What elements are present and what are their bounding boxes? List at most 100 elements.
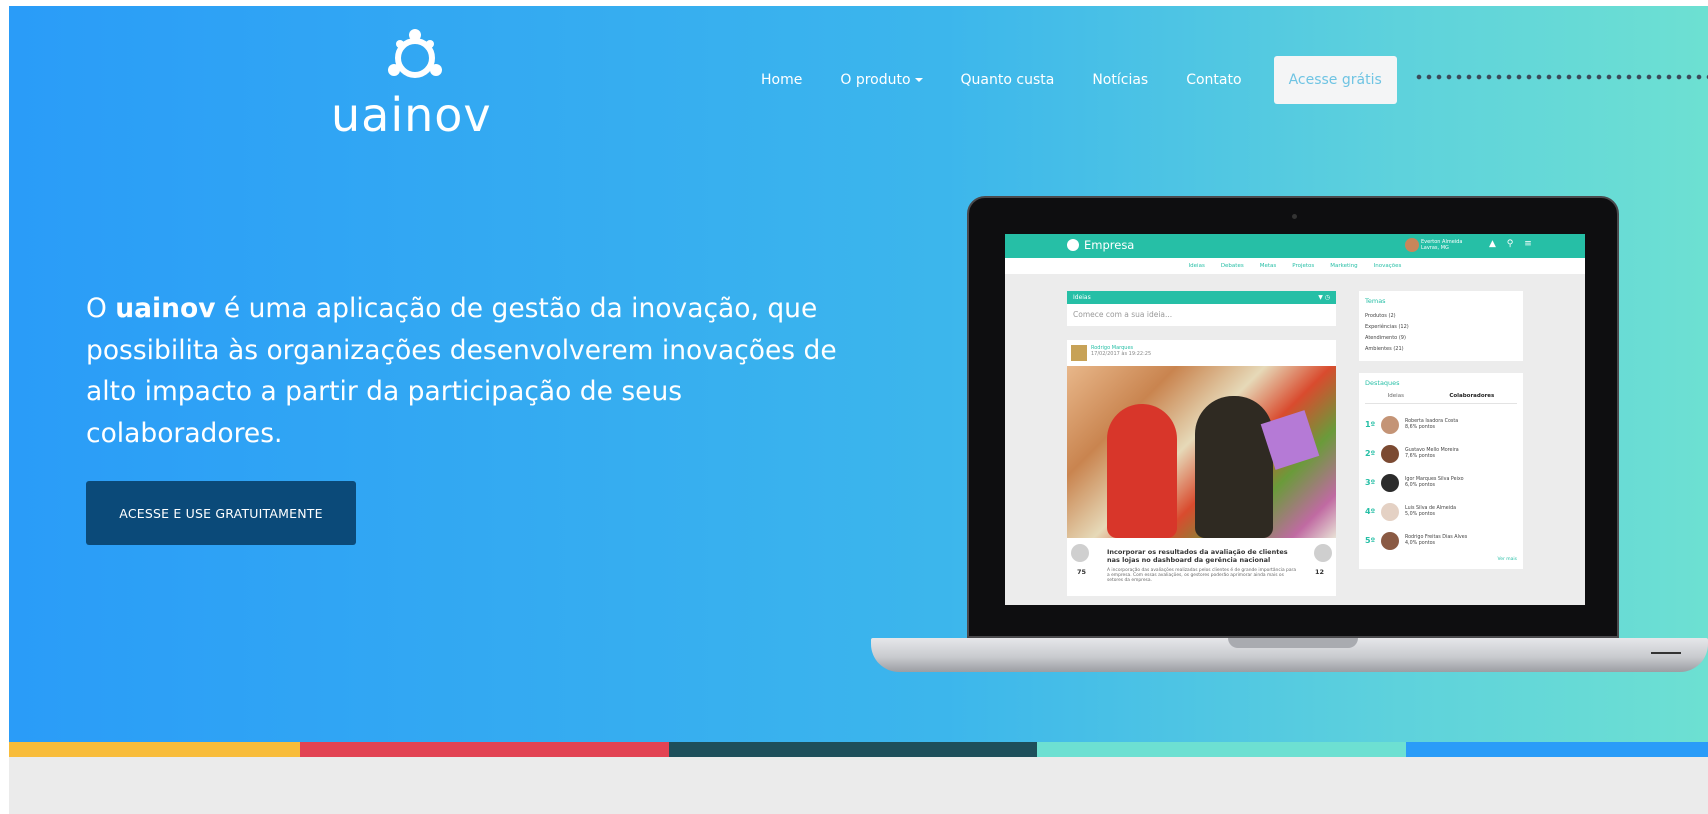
app-sidebar: Temas Produtos (2) Experiências (12) Ate… (1359, 291, 1523, 569)
rank-points: 4,0% pontos (1405, 540, 1436, 546)
avatar (1381, 444, 1399, 463)
cta-primary-button[interactable]: ACESSE E USE GRATUITAMENTE (86, 481, 356, 545)
destaques-title: Destaques (1365, 379, 1400, 387)
tema-item: Produtos (2) (1365, 313, 1396, 319)
tema-item: Atendimento (9) (1365, 335, 1406, 341)
app-tab: Marketing (1330, 263, 1358, 269)
nav-home[interactable]: Home (761, 72, 802, 88)
post-date: 17/02/2017 às 19:22:25 (1091, 351, 1152, 357)
headline-prefix: O (86, 293, 116, 324)
app-tab: Inovações (1373, 263, 1402, 269)
nav-quanto-custa[interactable]: Quanto custa (961, 72, 1055, 88)
laptop-base (871, 638, 1708, 672)
rank-position: 1º (1365, 420, 1376, 429)
temas-card: Temas Produtos (2) Experiências (12) Ate… (1359, 291, 1523, 361)
ideas-header: Ideias ▼ ◷ (1067, 291, 1336, 304)
stripe-blue (1406, 742, 1708, 757)
rank-name: Rodrigo Freitas Dias Alves (1405, 534, 1468, 540)
headline-brand: uainov (115, 293, 216, 324)
app-brand-label: Empresa (1084, 238, 1135, 252)
avatar (1405, 238, 1419, 252)
app-tab: Ideias (1188, 263, 1205, 269)
nav-noticias[interactable]: Notícias (1092, 72, 1148, 88)
rank-info: Luis Silva de Almeida 5,0% pontos (1405, 506, 1456, 518)
rank-points: 5,0% pontos (1405, 511, 1436, 517)
app-tab: Debates (1220, 263, 1244, 269)
hero-headline: O uainov é uma aplicação de gestão da in… (86, 288, 846, 454)
rank-position: 3º (1365, 478, 1376, 487)
nav-acesse-gratis-button[interactable]: Acesse grátis (1273, 56, 1397, 104)
main-nav: Home O produto Quanto custa Notícias Con… (761, 56, 1397, 104)
nav-home-label: Home (761, 72, 803, 88)
rank-name: Gustavo Mello Moreira (1405, 447, 1459, 453)
dislikes-count: 12 (1314, 568, 1324, 576)
app-brand: Empresa (1067, 238, 1134, 252)
destaques-tabs: Ideias Colaboradores (1365, 393, 1517, 404)
rank-info: Igor Marques Silva Peixo 6,0% pontos (1405, 477, 1464, 489)
idea-post: Rodrigo Marques 17/02/2017 às 19:22:25 75 (1067, 340, 1336, 596)
nav-quanto-custa-label: Quanto custa (960, 72, 1055, 88)
photo-figure (1107, 404, 1177, 538)
app-topbar: Empresa Everton Almeida Lavras, MG ▲ ⚲ ≡ (1005, 234, 1585, 258)
laptop-notch (1228, 638, 1358, 648)
stripe-aqua (1037, 742, 1406, 757)
hero-section: uainov Home O produto Quanto custa Notíc… (9, 6, 1708, 742)
site-logo[interactable]: uainov (331, 28, 492, 142)
destaques-card: Destaques Ideias Colaboradores 1º Roberta… (1359, 373, 1523, 569)
avatar (1381, 531, 1399, 550)
rank-points: 6,0% pontos (1405, 482, 1436, 488)
rank-points: 7,6% pontos (1405, 453, 1436, 459)
destaques-tab-colaboradores: Colaboradores (1449, 393, 1495, 399)
stripe-red (300, 742, 669, 757)
ranking-row: 1º Roberta Isadora Costa 8,6% pontos (1365, 410, 1517, 439)
rank-info: Rodrigo Freitas Dias Alves 4,0% pontos (1405, 535, 1467, 547)
rank-position: 4º (1365, 507, 1376, 516)
likes-count: 75 (1077, 568, 1087, 576)
ranking-row: 5º Rodrigo Freitas Dias Alves 4,0% pontos (1365, 526, 1517, 555)
photo-figure (1195, 396, 1273, 538)
ranking-row: 4º Luis Silva de Almeida 5,0% pontos (1365, 497, 1517, 526)
next-section (9, 757, 1708, 814)
app-feed: Ideias ▼ ◷ Comece com a sua ideia... Rodr… (1067, 291, 1336, 596)
avatar (1381, 502, 1399, 521)
temas-title: Temas (1365, 297, 1386, 305)
thumbs-up-icon (1071, 544, 1089, 562)
ranking-row: 3º Igor Marques Silva Peixo 6,0% pontos (1365, 468, 1517, 497)
nav-noticias-label: Notícias (1092, 72, 1149, 88)
laptop-mockup: Empresa Everton Almeida Lavras, MG ▲ ⚲ ≡ … (871, 196, 1708, 686)
dotted-decoration (1414, 74, 1708, 80)
nav-contato[interactable]: Contato (1186, 72, 1241, 88)
laptop-slot (1651, 652, 1681, 654)
page-frame: uainov Home O produto Quanto custa Notíc… (9, 6, 1708, 814)
app-user-location: Lavras, MG (1421, 245, 1449, 251)
app-logo-icon (1067, 239, 1079, 251)
rank-name: Roberta Isadora Costa (1405, 418, 1459, 424)
rank-points: 8,6% pontos (1405, 424, 1436, 430)
avatar (1381, 415, 1399, 434)
rank-name: Luis Silva de Almeida (1405, 505, 1457, 511)
app-subnav: Ideias Debates Metas Projetos Marketing … (1005, 258, 1585, 274)
stripe-yellow (9, 742, 300, 757)
rank-info: Gustavo Mello Moreira 7,6% pontos (1405, 448, 1459, 460)
rank-name: Igor Marques Silva Peixo (1405, 476, 1464, 482)
ideas-header-label: Ideias (1073, 294, 1091, 301)
post-author: Rodrigo Marques 17/02/2017 às 19:22:25 (1067, 340, 1336, 366)
filter-icon: ▼ ◷ (1318, 294, 1330, 301)
logo-text: uainov (331, 88, 492, 142)
post-text: A incorporação das avaliações realizadas… (1107, 568, 1297, 583)
rank-position: 2º (1365, 449, 1376, 458)
app-toolbar-icons: ▲ ⚲ ≡ (1489, 239, 1536, 249)
see-more-link: Ver mais (1497, 557, 1517, 562)
laptop-screen: Empresa Everton Almeida Lavras, MG ▲ ⚲ ≡ … (1005, 234, 1585, 605)
post-footer: 75 12 Incorporar os resultados da avalia… (1067, 538, 1336, 596)
rank-info: Roberta Isadora Costa 8,6% pontos (1405, 419, 1458, 431)
rank-position: 5º (1365, 536, 1376, 545)
tema-item: Ambientes (21) (1365, 346, 1404, 352)
stripe-dark-teal (669, 742, 1037, 757)
avatar (1381, 473, 1399, 492)
post-title: Incorporar os resultados da avaliação de… (1107, 548, 1288, 564)
thumbs-down-icon (1314, 544, 1332, 562)
idea-input: Comece com a sua ideia... (1067, 304, 1336, 326)
post-image (1067, 366, 1336, 538)
nav-produto-dropdown[interactable]: O produto (840, 72, 923, 88)
